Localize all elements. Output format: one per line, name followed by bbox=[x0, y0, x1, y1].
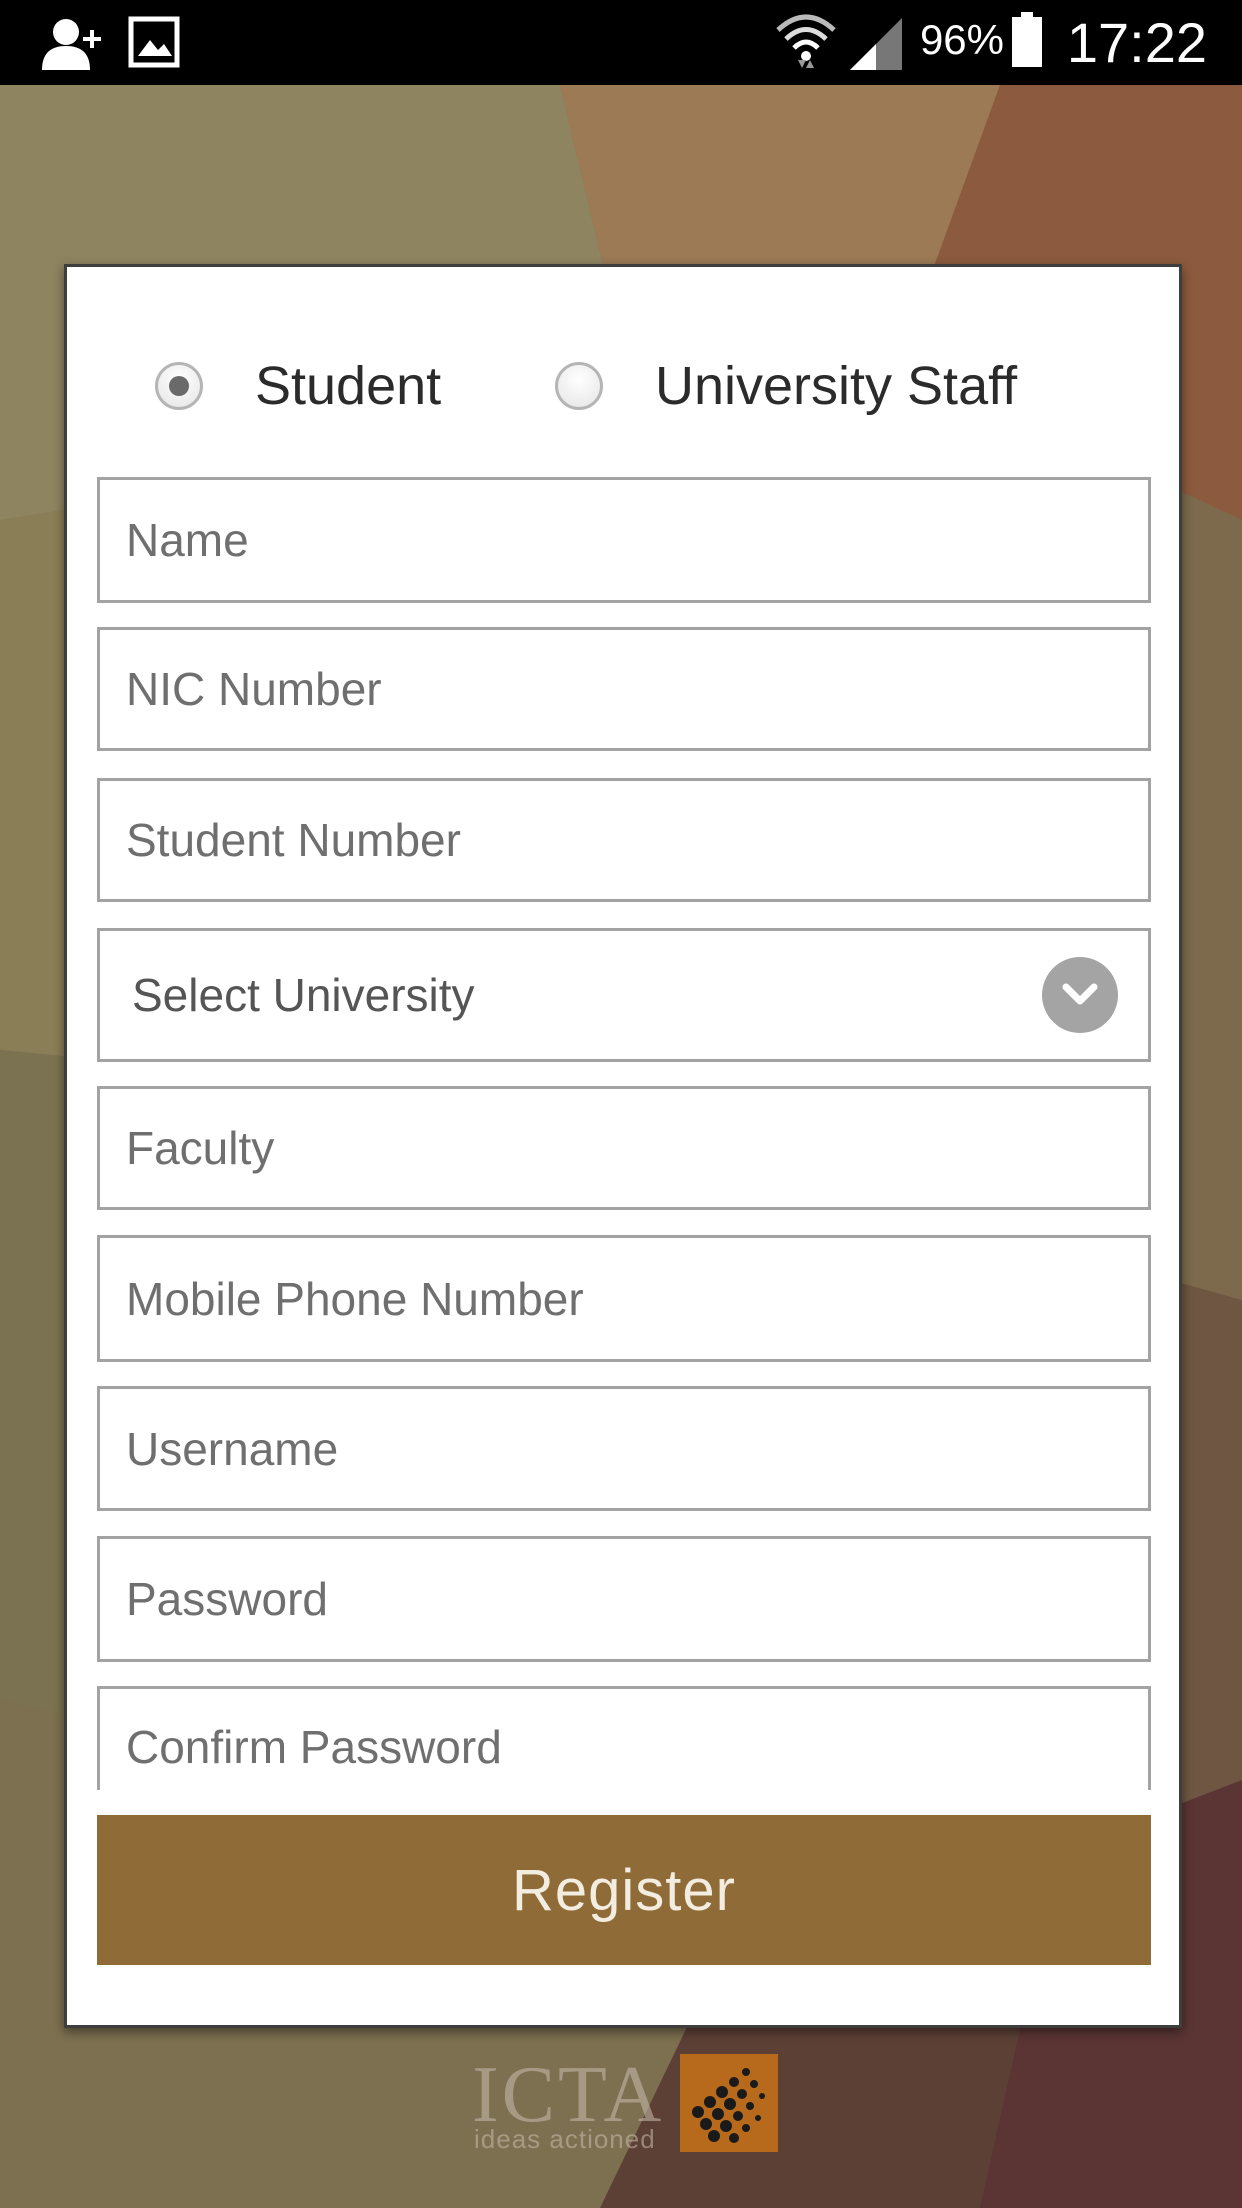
university-select[interactable]: Select University bbox=[97, 928, 1151, 1062]
signal-icon bbox=[850, 18, 902, 70]
mobile-phone-field bbox=[97, 1235, 1151, 1362]
user-type-radio-group: Student University Staff bbox=[67, 267, 1179, 467]
nic-field bbox=[97, 627, 1151, 751]
name-input[interactable] bbox=[100, 480, 1148, 600]
name-field bbox=[97, 477, 1151, 603]
faculty-input[interactable] bbox=[100, 1089, 1148, 1207]
confirm-password-input[interactable] bbox=[100, 1689, 1148, 1790]
username-field bbox=[97, 1386, 1151, 1511]
registration-card: Student University Staff Select Universi… bbox=[64, 264, 1182, 2028]
register-button[interactable]: Register bbox=[97, 1815, 1151, 1965]
radio-university-staff[interactable]: University Staff bbox=[555, 351, 1017, 421]
username-input[interactable] bbox=[100, 1389, 1148, 1508]
icta-logo: ICTA ideas actioned bbox=[472, 2051, 778, 2156]
mobile-phone-input[interactable] bbox=[100, 1238, 1148, 1359]
image-icon bbox=[128, 16, 180, 68]
confirm-password-field bbox=[97, 1686, 1151, 1790]
radio-university-staff-label: University Staff bbox=[655, 356, 1018, 416]
wifi-icon bbox=[776, 14, 836, 68]
password-field bbox=[97, 1536, 1151, 1662]
radio-student-label: Student bbox=[255, 356, 442, 416]
chevron-down-icon[interactable] bbox=[1042, 957, 1118, 1033]
password-input[interactable] bbox=[100, 1539, 1148, 1659]
faculty-field bbox=[97, 1086, 1151, 1210]
status-bar: 96% 17:22 bbox=[0, 0, 1242, 85]
radio-student-indicator[interactable] bbox=[155, 362, 203, 410]
battery-percent: 96% bbox=[919, 16, 1004, 63]
radio-student[interactable]: Student bbox=[155, 351, 441, 421]
student-number-field bbox=[97, 778, 1151, 902]
logo-mark-icon bbox=[680, 2054, 778, 2152]
logo-tagline: ideas actioned bbox=[474, 2124, 656, 2154]
radio-university-staff-indicator[interactable] bbox=[555, 362, 603, 410]
battery-icon bbox=[1012, 12, 1042, 67]
student-number-input[interactable] bbox=[100, 781, 1148, 899]
add-user-icon bbox=[42, 19, 101, 70]
status-time: 17:22 bbox=[1066, 11, 1207, 74]
nic-number-input[interactable] bbox=[100, 630, 1148, 748]
university-select-value: Select University bbox=[132, 969, 475, 1021]
